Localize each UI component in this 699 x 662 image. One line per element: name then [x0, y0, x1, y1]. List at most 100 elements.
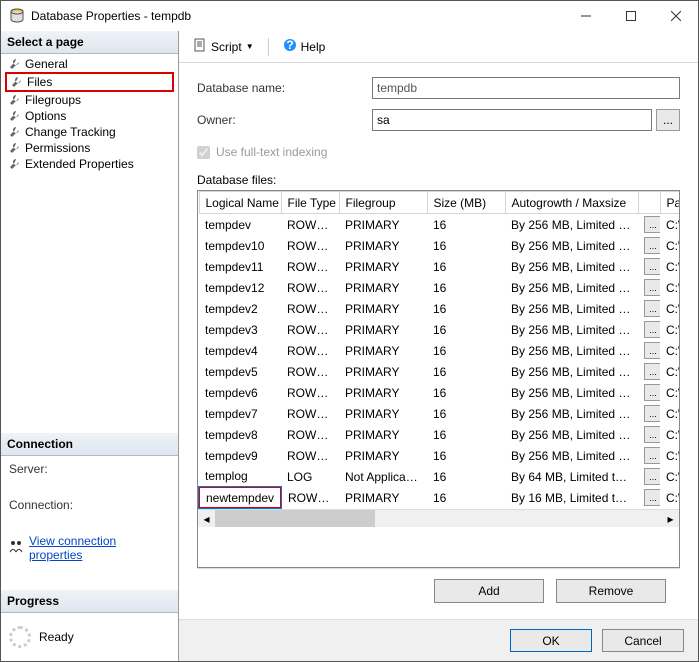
ok-button[interactable]: OK [510, 629, 592, 652]
logical-name-cell: tempdev8 [199, 424, 281, 445]
sidebar-item-label: Filegroups [25, 93, 81, 107]
help-button[interactable]: ? Help [279, 36, 330, 57]
table-row[interactable]: tempdev5ROWS...PRIMARY16By 256 MB, Limit… [199, 361, 680, 382]
column-header[interactable]: Filegroup [339, 192, 427, 214]
autogrowth-edit-button[interactable]: ... [644, 321, 660, 338]
table-row[interactable]: tempdev6ROWS...PRIMARY16By 256 MB, Limit… [199, 382, 680, 403]
table-row[interactable]: tempdev2ROWS...PRIMARY16By 256 MB, Limit… [199, 298, 680, 319]
autogrowth-cell: By 256 MB, Limited to ... [505, 340, 638, 361]
column-header[interactable]: Size (MB) [427, 192, 505, 214]
logical-name-cell: tempdev11 [199, 256, 281, 277]
autogrowth-edit-button[interactable]: ... [644, 468, 660, 485]
column-header[interactable]: Logical Name [199, 192, 281, 214]
path-cell: C:\ [660, 466, 680, 487]
column-header[interactable]: File Type [281, 192, 339, 214]
size-cell: 16 [427, 466, 505, 487]
autogrowth-cell: By 256 MB, Limited to ... [505, 256, 638, 277]
sidebar-item-general[interactable]: General [5, 56, 174, 72]
cancel-button[interactable]: Cancel [602, 629, 684, 652]
progress-spinner-icon [9, 626, 31, 648]
connection-icon [9, 540, 23, 557]
autogrowth-edit-button[interactable]: ... [644, 447, 660, 464]
table-row[interactable]: tempdev10ROWS...PRIMARY16By 256 MB, Limi… [199, 235, 680, 256]
logical-name-input[interactable] [206, 491, 274, 505]
autogrowth-edit-button[interactable]: ... [644, 426, 660, 443]
size-cell: 16 [427, 340, 505, 361]
add-button[interactable]: Add [434, 579, 544, 603]
table-row[interactable]: tempdev11ROWS...PRIMARY16By 256 MB, Limi… [199, 256, 680, 277]
maximize-button[interactable] [608, 1, 653, 31]
logical-name-cell: tempdev9 [199, 445, 281, 466]
autogrowth-edit-button[interactable]: ... [644, 405, 660, 422]
autogrowth-edit-button[interactable]: ... [644, 342, 660, 359]
scroll-left-icon[interactable]: ◂ [198, 510, 215, 527]
sidebar-item-options[interactable]: Options [5, 108, 174, 124]
titlebar: Database Properties - tempdb [1, 1, 698, 31]
path-cell: C:\ [660, 340, 680, 361]
file-type-cell: LOG [281, 466, 339, 487]
autogrowth-edit-button[interactable]: ... [644, 237, 660, 254]
column-header[interactable]: Path [660, 192, 680, 214]
file-type-cell: ROWS... [281, 340, 339, 361]
size-cell: 16 [427, 382, 505, 403]
sidebar-item-files[interactable]: Files [5, 72, 174, 92]
wrench-icon [7, 141, 21, 155]
autogrowth-edit-button[interactable]: ... [644, 279, 660, 296]
table-row[interactable]: tempdev3ROWS...PRIMARY16By 256 MB, Limit… [199, 319, 680, 340]
logical-name-cell: tempdev12 [199, 277, 281, 298]
table-row[interactable]: tempdev8ROWS...PRIMARY16By 256 MB, Limit… [199, 424, 680, 445]
owner-field[interactable] [372, 109, 652, 131]
autogrowth-cell: By 256 MB, Limited to ... [505, 403, 638, 424]
script-button[interactable]: Script ▼ [189, 36, 258, 57]
wrench-icon [9, 75, 23, 89]
filegroup-cell: PRIMARY [339, 487, 427, 508]
remove-button[interactable]: Remove [556, 579, 666, 603]
autogrowth-cell: By 16 MB, Limited to 2... [505, 487, 638, 508]
table-row[interactable]: tempdev7ROWS...PRIMARY16By 256 MB, Limit… [199, 403, 680, 424]
autogrowth-cell: By 256 MB, Limited to ... [505, 424, 638, 445]
column-header[interactable]: Autogrowth / Maxsize [505, 192, 638, 214]
sidebar-item-change-tracking[interactable]: Change Tracking [5, 124, 174, 140]
help-icon: ? [283, 38, 297, 55]
wrench-icon [7, 109, 21, 123]
autogrowth-edit-button[interactable]: ... [644, 489, 660, 506]
size-cell: 16 [427, 403, 505, 424]
minimize-button[interactable] [563, 1, 608, 31]
autogrowth-cell: By 256 MB, Limited to ... [505, 445, 638, 466]
sidebar-item-filegroups[interactable]: Filegroups [5, 92, 174, 108]
size-cell: 16 [427, 298, 505, 319]
path-cell: C:\ [660, 424, 680, 445]
autogrowth-edit-button[interactable]: ... [644, 363, 660, 380]
file-type-cell: ROWS... [281, 424, 339, 445]
logical-name-cell: tempdev [199, 214, 281, 236]
logical-name-cell: tempdev6 [199, 382, 281, 403]
size-cell: 16 [427, 214, 505, 236]
view-connection-link[interactable]: View connection properties [29, 534, 170, 562]
scroll-right-icon[interactable]: ▸ [662, 510, 679, 527]
owner-browse-button[interactable]: ... [656, 109, 680, 131]
logical-name-cell-editing[interactable] [199, 487, 281, 508]
file-type-cell: ROWS... [281, 403, 339, 424]
table-row[interactable]: tempdev4ROWS...PRIMARY16By 256 MB, Limit… [199, 340, 680, 361]
close-button[interactable] [653, 1, 698, 31]
file-type-cell: ROWS... [281, 298, 339, 319]
sidebar-item-label: Extended Properties [25, 157, 134, 171]
horizontal-scrollbar[interactable]: ◂ ▸ [198, 509, 679, 527]
autogrowth-edit-button[interactable]: ... [644, 384, 660, 401]
filegroup-cell: PRIMARY [339, 340, 427, 361]
table-row[interactable]: templogLOGNot Applicable16By 64 MB, Limi… [199, 466, 680, 487]
sidebar-item-extended-properties[interactable]: Extended Properties [5, 156, 174, 172]
left-pane: Select a page GeneralFilesFilegroupsOpti… [1, 31, 179, 661]
file-type-cell: ROWS... [281, 445, 339, 466]
autogrowth-edit-button[interactable]: ... [644, 300, 660, 317]
size-cell: 16 [427, 361, 505, 382]
table-row[interactable]: tempdevROWS...PRIMARY16By 256 MB, Limite… [199, 214, 680, 236]
sidebar-item-permissions[interactable]: Permissions [5, 140, 174, 156]
fulltext-label: Use full-text indexing [216, 145, 327, 159]
table-row[interactable]: ROWS...PRIMARY16By 16 MB, Limited to 2..… [199, 487, 680, 508]
autogrowth-edit-button[interactable]: ... [644, 216, 660, 233]
column-header[interactable] [638, 192, 660, 214]
autogrowth-edit-button[interactable]: ... [644, 258, 660, 275]
table-row[interactable]: tempdev12ROWS...PRIMARY16By 256 MB, Limi… [199, 277, 680, 298]
table-row[interactable]: tempdev9ROWS...PRIMARY16By 256 MB, Limit… [199, 445, 680, 466]
